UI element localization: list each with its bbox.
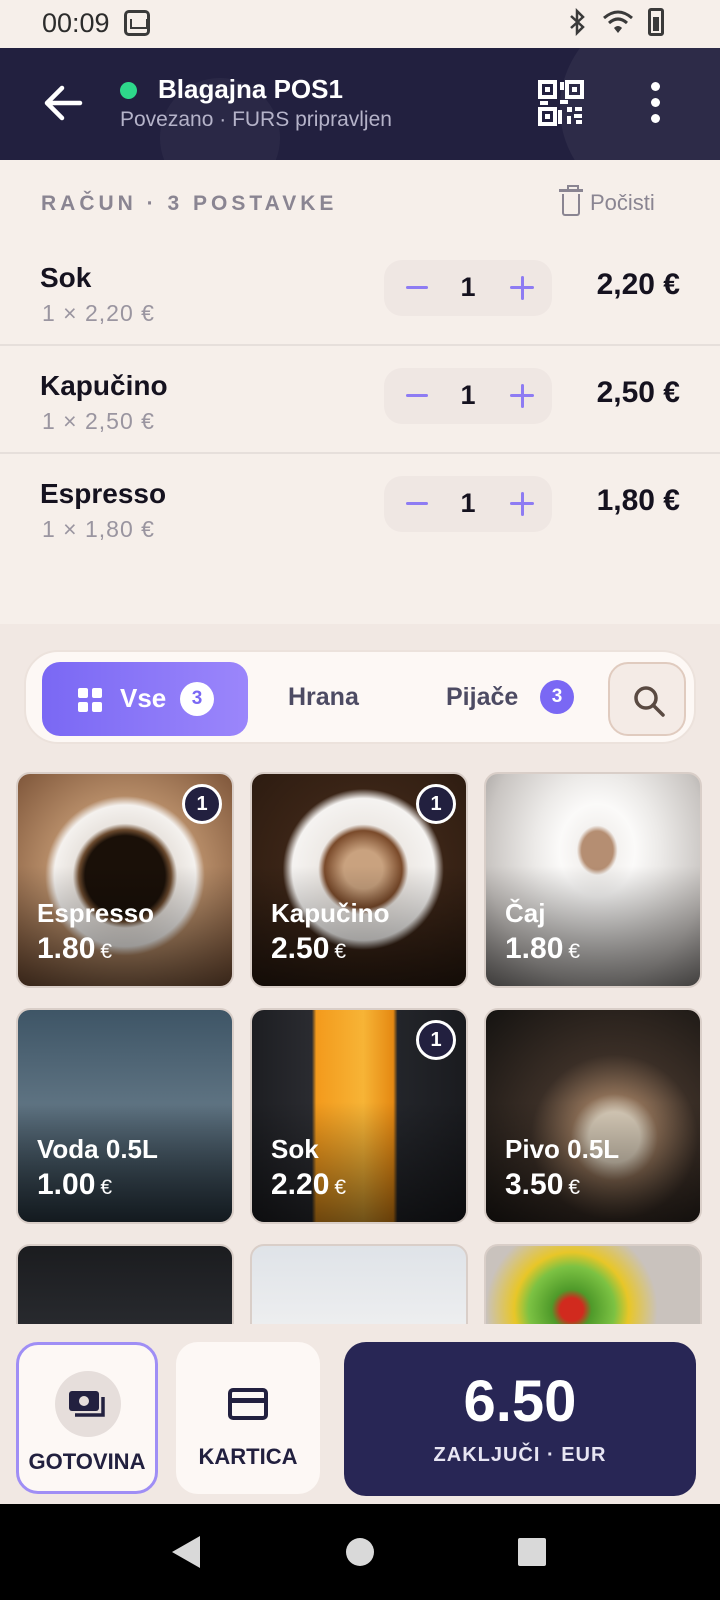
currency-symbol: €	[334, 1176, 347, 1199]
tab-drinks-count: 3	[540, 680, 574, 714]
item-detail: 1 × 2,20 €	[42, 300, 155, 326]
status-bar: 00:09	[0, 0, 720, 48]
currency-symbol: €	[568, 940, 581, 963]
nav-recents-icon[interactable]	[518, 1538, 546, 1566]
product-price-row: 3.50 €	[505, 1168, 580, 1202]
product-count-badge: 1	[416, 1020, 456, 1060]
product-price-row: 2.50 €	[271, 932, 346, 966]
product-name: Espresso	[37, 898, 155, 928]
decrease-button[interactable]	[406, 502, 428, 505]
increase-button[interactable]	[510, 384, 534, 408]
product-tile-cappuccino[interactable]: 1 Kapučino 2.50 €	[250, 772, 468, 988]
system-nav-bar	[0, 1504, 720, 1600]
bluetooth-icon	[570, 8, 585, 36]
clear-button[interactable]: Počisti	[559, 185, 655, 216]
item-total: 2,20 €	[596, 268, 680, 301]
item-name: Kapučino	[40, 370, 168, 401]
tab-all[interactable]: Vse 3	[42, 662, 248, 736]
register-title: Blagajna POS1	[158, 74, 343, 104]
item-quantity: 1	[460, 380, 476, 410]
credit-card-icon	[228, 1388, 268, 1420]
product-tile-juice[interactable]: 1 Sok 2.20 €	[250, 1008, 468, 1224]
increase-button[interactable]	[510, 492, 534, 516]
product-count-badge: 1	[182, 784, 222, 824]
receipt-item: Sok 1 × 2,20 € 1 2,20 €	[0, 238, 720, 346]
product-tile-beer[interactable]: Pivo 0.5L 3.50 €	[484, 1008, 702, 1224]
product-price-row: 1.80 €	[505, 932, 580, 966]
tab-drinks[interactable]: Pijače	[446, 683, 518, 712]
product-name: Voda 0.5L	[37, 1134, 158, 1164]
increase-button[interactable]	[510, 276, 534, 300]
product-tile-espresso[interactable]: 1 Espresso 1.80 €	[16, 772, 234, 988]
cash-icon	[69, 1391, 105, 1417]
item-detail: 1 × 1,80 €	[42, 516, 155, 542]
decrease-button[interactable]	[406, 286, 428, 289]
item-total: 2,50 €	[596, 376, 680, 409]
product-price-row: 2.20 €	[271, 1168, 346, 1202]
card-label: KARTICA	[198, 1444, 298, 1469]
nav-back-icon[interactable]	[172, 1536, 200, 1568]
checkout-label: ZAKLJUČI · EUR	[433, 1444, 607, 1466]
wifi-icon	[603, 10, 633, 33]
product-price-row: 1.00 €	[37, 1168, 112, 1202]
item-name: Espresso	[40, 478, 167, 509]
receipt-heading: RAČUN · 3 POSTAVKE	[41, 192, 338, 215]
cash-payment-button[interactable]: GOTOVINA	[16, 1342, 158, 1494]
item-name: Sok	[40, 262, 92, 293]
battery-icon	[648, 8, 664, 36]
product-tile-tea[interactable]: Čaj 1.80 €	[484, 772, 702, 988]
cash-icon-wrap	[55, 1371, 121, 1437]
item-quantity: 1	[460, 488, 476, 518]
currency-symbol: €	[568, 1176, 581, 1199]
sim-card-icon	[124, 10, 150, 36]
currency-symbol: €	[334, 940, 347, 963]
status-icons	[566, 8, 664, 36]
product-price: 2.20	[271, 1168, 330, 1201]
app-header: Blagajna POS1 Povezano · FURS pripravlje…	[0, 48, 720, 160]
item-quantity: 1	[460, 272, 476, 302]
total-amount: 6.50	[463, 1369, 577, 1434]
receipt-item: Espresso 1 × 1,80 € 1 1,80 €	[0, 454, 720, 562]
currency-symbol: €	[100, 940, 113, 963]
category-tabs: Vse 3 Hrana Pijače 3	[24, 650, 696, 744]
nav-home-icon[interactable]	[346, 1538, 374, 1566]
more-menu-icon[interactable]	[640, 82, 670, 126]
search-icon	[634, 686, 665, 717]
trash-icon	[559, 185, 583, 216]
status-time: 00:09	[42, 8, 110, 38]
product-price: 3.50	[505, 1168, 564, 1201]
currency-symbol: €	[100, 1176, 113, 1199]
connection-status: Povezano · FURS pripravljen	[120, 108, 392, 131]
decrease-button[interactable]	[406, 394, 428, 397]
product-price-row: 1.80 €	[37, 932, 112, 966]
cash-label: GOTOVINA	[28, 1449, 146, 1474]
product-count-badge: 1	[416, 784, 456, 824]
product-name: Kapučino	[271, 898, 390, 928]
tab-all-count: 3	[180, 682, 214, 716]
online-status-dot	[120, 82, 137, 99]
item-total: 1,80 €	[596, 484, 680, 517]
quantity-stepper: 1	[384, 260, 552, 316]
qr-scan-icon[interactable]	[536, 78, 586, 128]
receipt-item: Kapučino 1 × 2,50 € 1 2,50 €	[0, 346, 720, 454]
product-name: Čaj	[505, 898, 546, 928]
search-button[interactable]	[608, 662, 686, 736]
product-price: 1.80	[37, 932, 96, 965]
quantity-stepper: 1	[384, 476, 552, 532]
product-name: Pivo 0.5L	[505, 1134, 620, 1164]
tab-food[interactable]: Hrana	[288, 683, 359, 712]
grid-icon	[78, 688, 102, 712]
quantity-stepper: 1	[384, 368, 552, 424]
card-payment-button[interactable]: KARTICA	[176, 1342, 320, 1494]
back-arrow-icon[interactable]	[40, 80, 86, 126]
product-price: 2.50	[271, 932, 330, 965]
product-price: 1.00	[37, 1168, 96, 1201]
tab-all-label: Vse	[120, 683, 167, 713]
checkout-button[interactable]: 6.50 ZAKLJUČI · EUR	[344, 1342, 696, 1496]
product-tile-water[interactable]: Voda 0.5L 1.00 €	[16, 1008, 234, 1224]
product-price: 1.80	[505, 932, 564, 965]
item-detail: 1 × 2,50 €	[42, 408, 155, 434]
clear-label: Počisti	[590, 190, 655, 215]
product-name: Sok	[271, 1134, 319, 1164]
